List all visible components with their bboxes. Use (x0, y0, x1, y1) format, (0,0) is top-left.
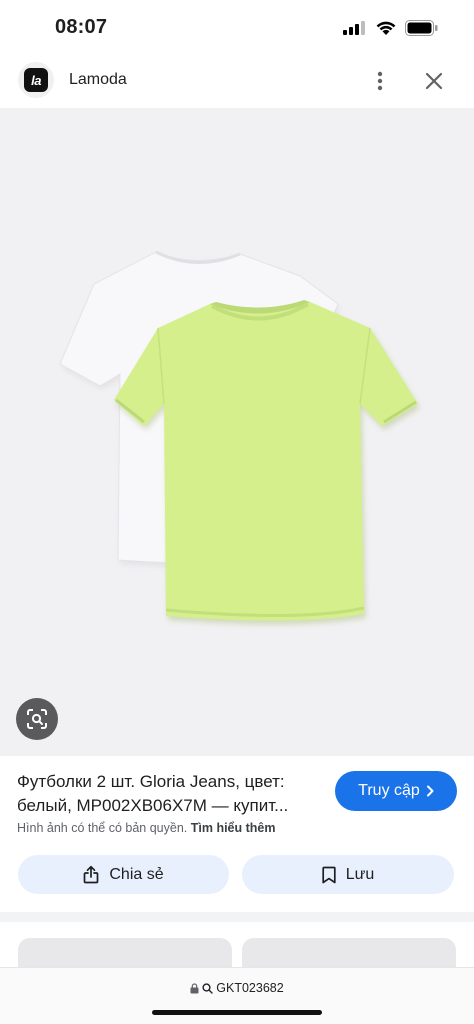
browser-bottom-bar: GKT023682 (0, 967, 474, 1024)
site-name[interactable]: Lamoda (69, 71, 127, 89)
lamoda-logo[interactable]: la (18, 62, 54, 98)
lens-result-page: 08:07 la Lamoda Футболки 2 шт. Gloria Je… (0, 0, 474, 1024)
lock-icon (190, 982, 199, 993)
save-button-label: Lưu (345, 865, 375, 883)
share-button-label: Chia sẻ (109, 865, 164, 883)
battery-icon (405, 20, 438, 36)
copyright-notice: Hình ảnh có thể có bản quyền. Tìm hiểu t… (17, 821, 275, 835)
lens-icon (27, 709, 47, 729)
url-text: GKT023682 (216, 981, 284, 995)
section-divider (0, 912, 474, 922)
more-vert-icon (377, 71, 383, 91)
close-button[interactable] (420, 66, 448, 96)
cellular-signal-icon (343, 21, 365, 35)
product-title-line-2: белый, MP002XB06X7M — купит... (17, 796, 289, 815)
product-title[interactable]: Футболки 2 шт. Gloria Jeans, цвет: белый… (17, 770, 327, 818)
home-indicator[interactable] (152, 1010, 322, 1015)
search-icon (202, 982, 213, 994)
wifi-icon (376, 21, 396, 35)
more-options-button[interactable] (366, 66, 394, 96)
lamoda-logo-mark: la (24, 68, 48, 92)
status-bar: 08:07 (0, 0, 474, 56)
product-image[interactable] (0, 108, 474, 756)
close-icon (425, 72, 443, 90)
share-icon (84, 865, 99, 884)
visit-button-label: Truy cập (358, 782, 420, 799)
bookmark-icon (322, 866, 336, 883)
save-button[interactable]: Lưu (242, 855, 454, 894)
visit-button[interactable]: Truy cập (335, 771, 457, 811)
status-icons (343, 18, 438, 38)
product-title-line-1: Футболки 2 шт. Gloria Jeans, цвет: (17, 772, 285, 791)
site-header: la Lamoda (0, 56, 474, 108)
url-display[interactable]: GKT023682 (0, 981, 474, 995)
status-time: 08:07 (55, 16, 108, 38)
learn-more-link[interactable]: Tìm hiểu thêm (191, 821, 276, 835)
tshirts-illustration (59, 250, 420, 625)
chevron-right-icon (426, 785, 434, 797)
copyright-text: Hình ảnh có thể có bản quyền. (17, 821, 188, 835)
lens-search-button[interactable] (16, 698, 58, 740)
share-button[interactable]: Chia sẻ (18, 855, 229, 894)
